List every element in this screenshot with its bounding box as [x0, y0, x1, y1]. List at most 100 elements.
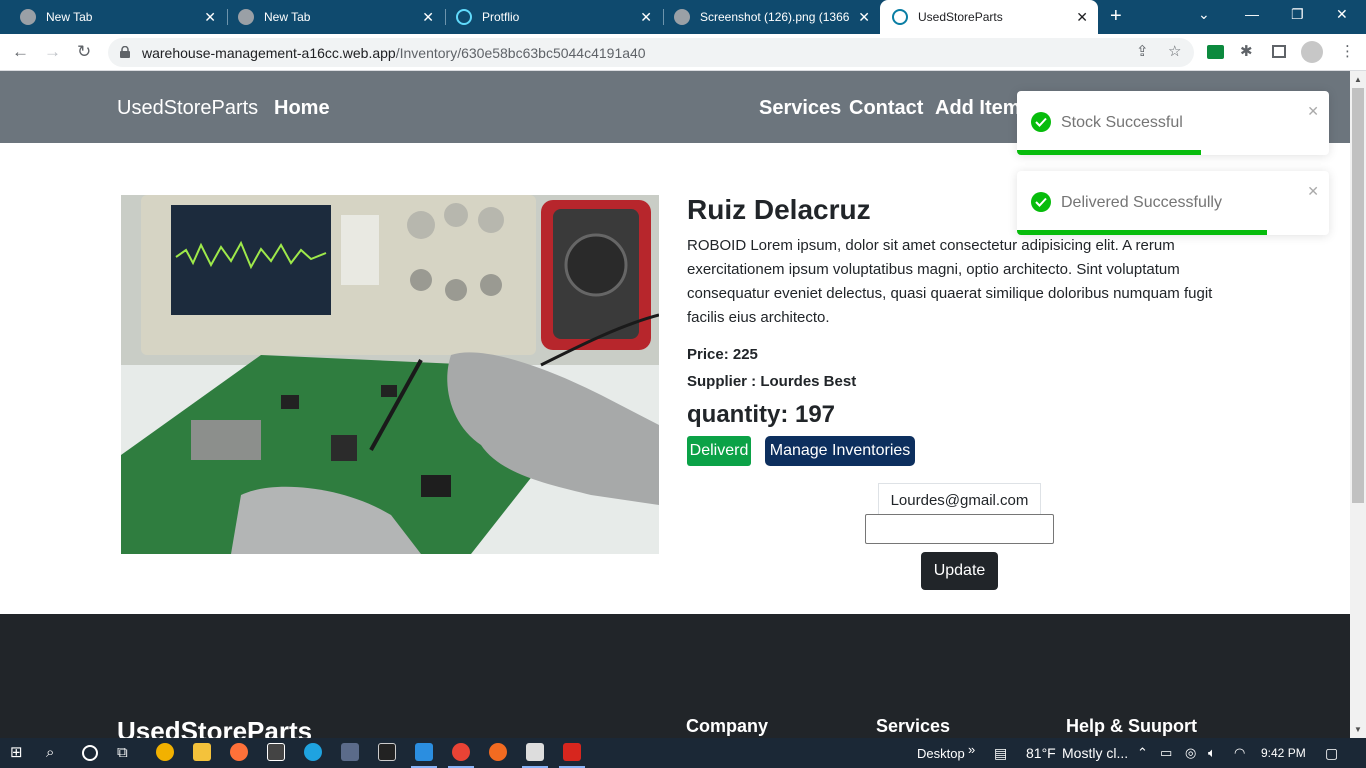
- menu-kebab-icon[interactable]: ⋮: [1340, 43, 1355, 61]
- minimize-icon[interactable]: —: [1245, 6, 1259, 22]
- photos-icon[interactable]: [526, 743, 544, 761]
- snipping-tool-icon[interactable]: [267, 743, 285, 761]
- search-icon[interactable]: ⌕: [46, 744, 54, 762]
- scrollbar-thumb[interactable]: [1352, 88, 1364, 503]
- chrome-icon[interactable]: [452, 743, 470, 761]
- temperature[interactable]: 81°F: [1026, 746, 1056, 761]
- address-bar[interactable]: warehouse-management-a16cc.web.app/Inven…: [108, 38, 1194, 67]
- url-path: /Inventory/630e58bc63bc5044c4191a40: [395, 44, 646, 61]
- file-explorer-icon[interactable]: [193, 743, 211, 761]
- browser-toolbar: ← → ↻ warehouse-management-a16cc.web.app…: [0, 34, 1366, 71]
- forward-icon[interactable]: →: [44, 42, 61, 62]
- nav-home-link[interactable]: Home: [274, 96, 330, 120]
- close-icon[interactable]: ✕: [204, 9, 216, 25]
- chevron-right-icon[interactable]: »: [968, 742, 975, 757]
- footer-heading-company: Company: [686, 716, 769, 736]
- page-scrollbar[interactable]: ▲ ▼: [1350, 71, 1366, 738]
- product-price: Price: 225: [687, 346, 758, 363]
- supplier-email: Lourdes@gmail.com: [878, 483, 1041, 517]
- tab-title: New Tab: [264, 10, 311, 24]
- sublime-icon[interactable]: [489, 743, 507, 761]
- url-host: warehouse-management-a16cc.web.app: [142, 44, 396, 61]
- close-icon[interactable]: ✕: [855, 9, 870, 25]
- close-icon[interactable]: ✕: [422, 9, 434, 25]
- browser-tab[interactable]: New Tab ✕: [20, 0, 226, 34]
- wifi-icon[interactable]: ◠: [1234, 744, 1245, 762]
- notification-icon[interactable]: ▢: [1325, 744, 1338, 762]
- share-icon[interactable]: ⇪: [1136, 43, 1149, 61]
- close-icon[interactable]: ✕: [1307, 183, 1319, 200]
- toast-stock-success[interactable]: Stock Successful ✕: [1017, 91, 1329, 155]
- delivered-button[interactable]: Deliverd: [687, 436, 751, 466]
- terminal-icon[interactable]: [378, 743, 396, 761]
- volume-icon[interactable]: 🔈︎: [1208, 744, 1216, 762]
- sidepanel-icon[interactable]: [1272, 45, 1286, 58]
- lock-icon: [120, 46, 130, 58]
- task-view-icon[interactable]: ⧉: [117, 744, 128, 762]
- browser-tab[interactable]: Screenshot (126).png (1366× ✕: [674, 0, 880, 34]
- bookmark-star-icon[interactable]: ☆: [1168, 43, 1181, 61]
- news-weather-icon[interactable]: ▤: [994, 744, 1007, 762]
- site-brand[interactable]: UsedStoreParts: [117, 97, 258, 119]
- browser-tab-active[interactable]: UsedStoreParts ✕: [880, 0, 1098, 34]
- clock-time[interactable]: 9:42 PM: [1261, 746, 1306, 761]
- browser-tab[interactable]: Protflio ✕: [456, 0, 662, 34]
- battery-icon[interactable]: ▭: [1160, 744, 1172, 762]
- chrome-icon: [20, 9, 36, 25]
- update-button[interactable]: Update: [921, 552, 998, 590]
- chrome-icon: [238, 9, 254, 25]
- tab-title: UsedStoreParts: [918, 10, 1003, 24]
- windows-taskbar: ⊞ ⌕ ⧉ Desktop » ▤ 81°F Mostly cl... ⌃ ▭ …: [0, 738, 1366, 768]
- close-icon[interactable]: ✕: [640, 9, 652, 25]
- back-icon[interactable]: ←: [12, 42, 29, 62]
- scroll-up-icon[interactable]: ▲: [1354, 75, 1362, 84]
- new-tab-icon[interactable]: +: [1110, 6, 1122, 26]
- nav-services-link[interactable]: Services: [759, 96, 841, 120]
- nav-add-item-link[interactable]: Add Item: [935, 96, 1021, 120]
- footer-heading-services: Services: [876, 716, 951, 736]
- tab-search-icon[interactable]: ⌄: [1198, 6, 1210, 23]
- browser-tab[interactable]: New Tab ✕: [238, 0, 444, 34]
- toast-message: Stock Successful: [1061, 114, 1183, 131]
- edge-icon[interactable]: [304, 743, 322, 761]
- close-icon[interactable]: ✕: [1076, 9, 1088, 25]
- success-check-icon: [1031, 112, 1051, 132]
- scroll-down-icon[interactable]: ▼: [1354, 725, 1362, 734]
- toast-progress-bar: [1017, 230, 1267, 235]
- puzzle-icon[interactable]: ✱: [1240, 43, 1253, 61]
- toast-delivered-success[interactable]: Delivered Successfully ✕: [1017, 171, 1329, 235]
- windows-start-icon[interactable]: ⊞: [10, 744, 23, 762]
- close-icon[interactable]: ✕: [1307, 103, 1319, 120]
- tab-title: Screenshot (126).png (1366×: [700, 10, 850, 24]
- chevron-up-icon[interactable]: ⌃: [1137, 744, 1148, 762]
- toast-progress-bar: [1017, 150, 1202, 155]
- meet-now-icon[interactable]: ◎: [1185, 744, 1196, 762]
- manage-inventories-button[interactable]: Manage Inventories: [765, 436, 915, 466]
- acrobat-icon[interactable]: [563, 743, 581, 761]
- product-title: Ruiz Delacruz: [687, 194, 871, 225]
- tab-divider: [445, 9, 446, 25]
- chrome-canary-icon[interactable]: [156, 743, 174, 761]
- firefox-icon[interactable]: [230, 743, 248, 761]
- success-check-icon: [1031, 192, 1051, 212]
- tab-divider: [227, 9, 228, 25]
- browser-tabstrip: New Tab ✕ New Tab ✕ Protflio ✕ Screensho…: [0, 0, 1366, 34]
- desktop-toolbar-label[interactable]: Desktop: [917, 746, 965, 761]
- tab-title: New Tab: [46, 10, 93, 24]
- extension-icon[interactable]: [1207, 45, 1224, 59]
- reload-icon[interactable]: ↻: [77, 42, 91, 62]
- react-icon: [456, 9, 472, 25]
- weather-text[interactable]: Mostly cl...: [1062, 746, 1128, 761]
- avatar[interactable]: [1301, 41, 1323, 63]
- app-icon[interactable]: [341, 743, 359, 761]
- restock-quantity-input[interactable]: [865, 514, 1054, 544]
- product-image: [121, 195, 659, 554]
- vscode-icon[interactable]: [415, 743, 433, 761]
- toast-message: Delivered Successfully: [1061, 194, 1222, 211]
- restore-icon[interactable]: ❐: [1291, 6, 1304, 23]
- window-close-icon[interactable]: ✕: [1336, 6, 1348, 23]
- react-icon: [892, 9, 908, 25]
- nav-contact-link[interactable]: Contact: [849, 96, 923, 120]
- cortana-icon[interactable]: [82, 745, 98, 761]
- footer-heading-help: Help & Suuport: [1066, 716, 1197, 736]
